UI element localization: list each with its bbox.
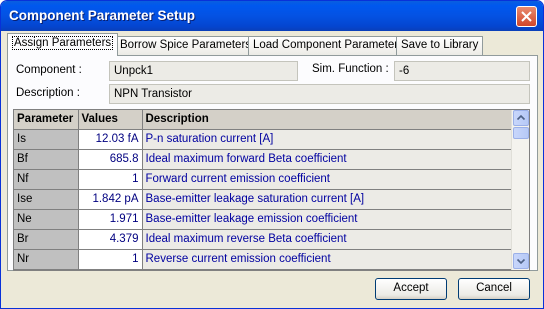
description-label: Description : [16,87,80,99]
accept-button[interactable]: Accept [375,278,447,300]
parameter-name-cell: Br [14,229,79,250]
sim-function-label: Sim. Function : [312,63,389,75]
parameter-value-cell[interactable]: 1.971 [78,209,143,230]
parameter-description-cell: Reverse current emission coefficient [142,249,512,270]
component-label: Component : [16,64,82,76]
title-bar[interactable]: Component Parameter Setup [1,1,543,31]
column-header-parameter[interactable]: Parameter [14,110,79,130]
table-row[interactable]: Bf 685.8 Ideal maximum forward Beta coeffi… [14,149,512,170]
parameter-description-cell: Base-emitter leakage emission coefficien… [142,209,512,230]
parameter-value-cell[interactable]: 1 [78,249,143,270]
parameter-name-cell: Is [14,129,79,150]
scroll-down-button[interactable] [513,253,529,269]
scroll-up-button[interactable] [513,110,529,126]
parameter-description-cell: P-n saturation current [A] [142,129,512,150]
close-icon [521,11,532,22]
tab-label: Assign Parameters [12,36,114,50]
table-row[interactable]: Is 12.03 fA P-n saturation current [A] [14,129,512,150]
table-row[interactable]: Nf 1 Forward current emission coefficient [14,169,512,190]
column-header-values[interactable]: Values [78,110,143,130]
parameter-name-cell: Ne [14,209,79,230]
parameter-description-cell: Forward current emission coefficient [142,169,512,190]
table-row[interactable]: Nr 1 Reverse current emission coefficient [14,249,512,270]
tab-assign-parameters[interactable]: Assign Parameters [7,33,119,56]
arrow-up-icon [516,114,526,121]
window-title: Component Parameter Setup [9,8,196,23]
parameter-name-cell: Ise [14,189,79,210]
grid-header-row: Parameter Values Description [14,110,512,130]
parameter-value-cell[interactable]: 1 [78,169,143,190]
parameter-name-cell: Bf [14,149,79,170]
parameter-grid[interactable]: Parameter Values Description Is 12.03 fA P… [13,109,530,271]
table-row[interactable]: Ise 1.842 pA Base-emitter leakage saturati… [14,189,512,210]
parameter-name-cell: Nf [14,169,79,190]
arrow-down-icon [516,258,526,265]
column-header-description[interactable]: Description [142,110,512,130]
scroll-thumb[interactable] [513,127,529,139]
parameter-description-cell: Ideal maximum forward Beta coefficient [142,149,512,170]
tab-label: Borrow Spice Parameters [120,39,252,51]
description-field: NPN Transistor [109,84,530,104]
parameter-description-cell: Ideal maximum reverse Beta coefficient [142,229,512,250]
tab-label: Load Component Parameters [253,39,404,51]
component-field: Unpck1 [109,61,298,81]
close-button[interactable] [516,6,537,27]
tab-load-component-parameters[interactable]: Load Component Parameters [248,36,409,55]
tab-label: Save to Library [401,39,479,51]
table-row[interactable]: Ne 1.971 Base-emitter leakage emission coe… [14,209,512,230]
vertical-scrollbar[interactable] [511,110,529,270]
dialog-window: Component Parameter Setup Assign Paramet… [0,0,544,309]
parameter-value-cell[interactable]: 1.842 pA [78,189,143,210]
tab-save-to-library[interactable]: Save to Library [396,36,484,55]
sim-function-field: -6 [394,61,530,81]
parameter-value-cell[interactable]: 12.03 fA [78,129,143,150]
parameter-value-cell[interactable]: 4.379 [78,229,143,250]
parameter-value-cell[interactable]: 685.8 [78,149,143,170]
tab-borrow-spice-parameters[interactable]: Borrow Spice Parameters [115,36,257,55]
table-row[interactable]: Br 4.379 Ideal maximum reverse Beta coeffi… [14,229,512,250]
parameter-description-cell: Base-emitter leakage saturation current … [142,189,512,210]
cancel-button[interactable]: Cancel [458,278,530,300]
parameter-name-cell: Nr [14,249,79,270]
